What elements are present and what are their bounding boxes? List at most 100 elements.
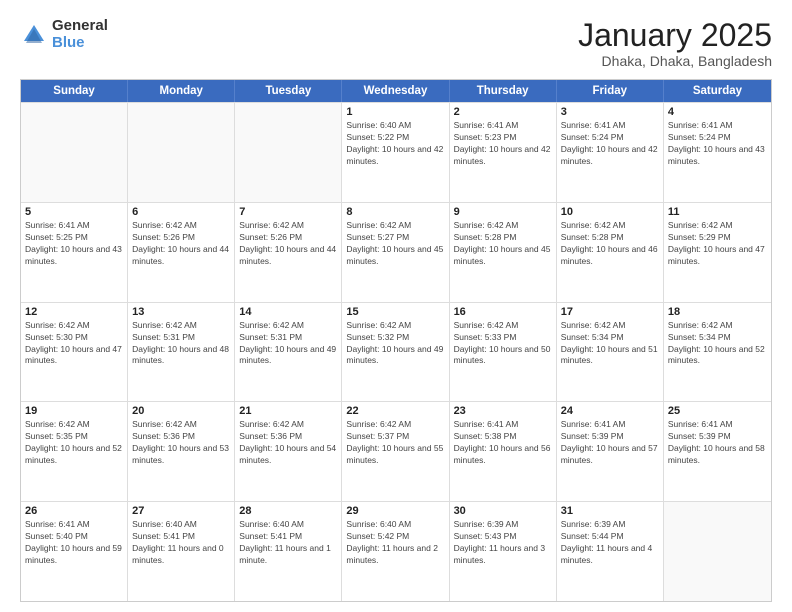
calendar-cell: 10Sunrise: 6:42 AM Sunset: 5:28 PM Dayli… (557, 203, 664, 302)
header: General Blue January 2025 Dhaka, Dhaka, … (20, 18, 772, 69)
calendar-cell: 1 Sunrise: 6:40 AM Sunset: 5:22 PM Daylig… (342, 103, 449, 202)
day-info: Sunrise: 6:42 AM Sunset: 5:27 PM Dayligh… (346, 220, 444, 268)
day-number: 26 (25, 505, 123, 517)
day-number: 28 (239, 505, 337, 517)
calendar-header-row: SundayMondayTuesdayWednesdayThursdayFrid… (21, 80, 771, 102)
calendar-cell: 28Sunrise: 6:40 AM Sunset: 5:41 PM Dayli… (235, 502, 342, 601)
calendar-cell: 15Sunrise: 6:42 AM Sunset: 5:32 PM Dayli… (342, 303, 449, 402)
calendar-cell (664, 502, 771, 601)
logo-general-text: General (52, 18, 108, 35)
day-info: Sunrise: 6:42 AM Sunset: 5:29 PM Dayligh… (668, 220, 767, 268)
day-info: Sunrise: 6:42 AM Sunset: 5:33 PM Dayligh… (454, 320, 552, 368)
day-info: Sunrise: 6:41 AM Sunset: 5:38 PM Dayligh… (454, 419, 552, 467)
day-number: 1 (346, 106, 444, 118)
day-number: 8 (346, 206, 444, 218)
calendar-cell: 20 Sunrise: 6:42 AM Sunset: 5:36 PM Dayli… (128, 402, 235, 501)
day-info: Sunrise: 6:42 AM Sunset: 5:37 PM Dayligh… (346, 419, 444, 467)
day-number: 13 (132, 306, 230, 318)
calendar-cell: 9 Sunrise: 6:42 AM Sunset: 5:28 PM Daylig… (450, 203, 557, 302)
calendar-subtitle: Dhaka, Dhaka, Bangladesh (578, 53, 772, 69)
day-number: 11 (668, 206, 767, 218)
calendar-cell: 8 Sunrise: 6:42 AM Sunset: 5:27 PM Daylig… (342, 203, 449, 302)
calendar-cell: 6 Sunrise: 6:42 AM Sunset: 5:26 PM Daylig… (128, 203, 235, 302)
calendar-cell: 14 Sunrise: 6:42 AM Sunset: 5:31 PM Dayli… (235, 303, 342, 402)
day-number: 24 (561, 405, 659, 417)
day-number: 9 (454, 206, 552, 218)
day-info: Sunrise: 6:42 AM Sunset: 5:34 PM Dayligh… (668, 320, 767, 368)
day-number: 15 (346, 306, 444, 318)
calendar-cell: 22 Sunrise: 6:42 AM Sunset: 5:37 PM Dayli… (342, 402, 449, 501)
calendar-weekday-sunday: Sunday (21, 80, 128, 102)
day-number: 22 (346, 405, 444, 417)
calendar-cell: 24Sunrise: 6:41 AM Sunset: 5:39 PM Dayli… (557, 402, 664, 501)
calendar-cell: 21Sunrise: 6:42 AM Sunset: 5:36 PM Dayli… (235, 402, 342, 501)
calendar-row-4: 26Sunrise: 6:41 AM Sunset: 5:40 PM Dayli… (21, 501, 771, 601)
calendar-cell: 11 Sunrise: 6:42 AM Sunset: 5:29 PM Dayli… (664, 203, 771, 302)
calendar-row-1: 5 Sunrise: 6:41 AM Sunset: 5:25 PM Daylig… (21, 202, 771, 302)
day-info: Sunrise: 6:42 AM Sunset: 5:34 PM Dayligh… (561, 320, 659, 368)
calendar-cell: 19 Sunrise: 6:42 AM Sunset: 5:35 PM Dayli… (21, 402, 128, 501)
day-number: 30 (454, 505, 552, 517)
calendar-cell: 30 Sunrise: 6:39 AM Sunset: 5:43 PM Dayli… (450, 502, 557, 601)
day-info: Sunrise: 6:39 AM Sunset: 5:44 PM Dayligh… (561, 519, 659, 567)
calendar-cell: 5 Sunrise: 6:41 AM Sunset: 5:25 PM Daylig… (21, 203, 128, 302)
calendar-cell: 2 Sunrise: 6:41 AM Sunset: 5:23 PM Daylig… (450, 103, 557, 202)
day-info: Sunrise: 6:42 AM Sunset: 5:36 PM Dayligh… (132, 419, 230, 467)
day-number: 18 (668, 306, 767, 318)
day-number: 12 (25, 306, 123, 318)
day-info: Sunrise: 6:41 AM Sunset: 5:25 PM Dayligh… (25, 220, 123, 268)
calendar-weekday-saturday: Saturday (664, 80, 771, 102)
day-info: Sunrise: 6:42 AM Sunset: 5:28 PM Dayligh… (561, 220, 659, 268)
day-number: 5 (25, 206, 123, 218)
calendar-cell: 23 Sunrise: 6:41 AM Sunset: 5:38 PM Dayli… (450, 402, 557, 501)
calendar-body: 1 Sunrise: 6:40 AM Sunset: 5:22 PM Daylig… (21, 102, 771, 601)
day-number: 20 (132, 405, 230, 417)
day-info: Sunrise: 6:41 AM Sunset: 5:23 PM Dayligh… (454, 120, 552, 168)
day-info: Sunrise: 6:39 AM Sunset: 5:43 PM Dayligh… (454, 519, 552, 567)
day-info: Sunrise: 6:42 AM Sunset: 5:31 PM Dayligh… (132, 320, 230, 368)
calendar-weekday-monday: Monday (128, 80, 235, 102)
day-info: Sunrise: 6:41 AM Sunset: 5:39 PM Dayligh… (668, 419, 767, 467)
day-number: 25 (668, 405, 767, 417)
calendar-cell (128, 103, 235, 202)
day-info: Sunrise: 6:42 AM Sunset: 5:36 PM Dayligh… (239, 419, 337, 467)
calendar-weekday-friday: Friday (557, 80, 664, 102)
day-number: 23 (454, 405, 552, 417)
day-info: Sunrise: 6:42 AM Sunset: 5:35 PM Dayligh… (25, 419, 123, 467)
calendar-cell (21, 103, 128, 202)
day-number: 31 (561, 505, 659, 517)
title-block: January 2025 Dhaka, Dhaka, Bangladesh (578, 18, 772, 69)
day-info: Sunrise: 6:41 AM Sunset: 5:24 PM Dayligh… (561, 120, 659, 168)
calendar-cell: 29Sunrise: 6:40 AM Sunset: 5:42 PM Dayli… (342, 502, 449, 601)
calendar: SundayMondayTuesdayWednesdayThursdayFrid… (20, 79, 772, 602)
calendar-row-3: 19 Sunrise: 6:42 AM Sunset: 5:35 PM Dayli… (21, 401, 771, 501)
logo-icon (20, 21, 48, 49)
day-number: 6 (132, 206, 230, 218)
day-info: Sunrise: 6:40 AM Sunset: 5:42 PM Dayligh… (346, 519, 444, 567)
day-info: Sunrise: 6:42 AM Sunset: 5:31 PM Dayligh… (239, 320, 337, 368)
calendar-cell: 13 Sunrise: 6:42 AM Sunset: 5:31 PM Dayli… (128, 303, 235, 402)
day-info: Sunrise: 6:42 AM Sunset: 5:26 PM Dayligh… (132, 220, 230, 268)
day-info: Sunrise: 6:41 AM Sunset: 5:24 PM Dayligh… (668, 120, 767, 168)
calendar-title: January 2025 (578, 18, 772, 53)
calendar-cell: 7Sunrise: 6:42 AM Sunset: 5:26 PM Daylig… (235, 203, 342, 302)
calendar-cell (235, 103, 342, 202)
day-number: 7 (239, 206, 337, 218)
day-info: Sunrise: 6:42 AM Sunset: 5:28 PM Dayligh… (454, 220, 552, 268)
calendar-row-2: 12Sunrise: 6:42 AM Sunset: 5:30 PM Dayli… (21, 302, 771, 402)
day-info: Sunrise: 6:40 AM Sunset: 5:22 PM Dayligh… (346, 120, 444, 168)
logo: General Blue (20, 18, 108, 51)
logo-text: General Blue (52, 18, 108, 51)
day-number: 17 (561, 306, 659, 318)
day-number: 14 (239, 306, 337, 318)
calendar-weekday-wednesday: Wednesday (342, 80, 449, 102)
day-info: Sunrise: 6:40 AM Sunset: 5:41 PM Dayligh… (132, 519, 230, 567)
calendar-cell: 18 Sunrise: 6:42 AM Sunset: 5:34 PM Dayli… (664, 303, 771, 402)
day-number: 2 (454, 106, 552, 118)
calendar-row-0: 1 Sunrise: 6:40 AM Sunset: 5:22 PM Daylig… (21, 102, 771, 202)
day-number: 16 (454, 306, 552, 318)
day-number: 19 (25, 405, 123, 417)
calendar-cell: 12Sunrise: 6:42 AM Sunset: 5:30 PM Dayli… (21, 303, 128, 402)
calendar-cell: 16 Sunrise: 6:42 AM Sunset: 5:33 PM Dayli… (450, 303, 557, 402)
calendar-cell: 3Sunrise: 6:41 AM Sunset: 5:24 PM Daylig… (557, 103, 664, 202)
